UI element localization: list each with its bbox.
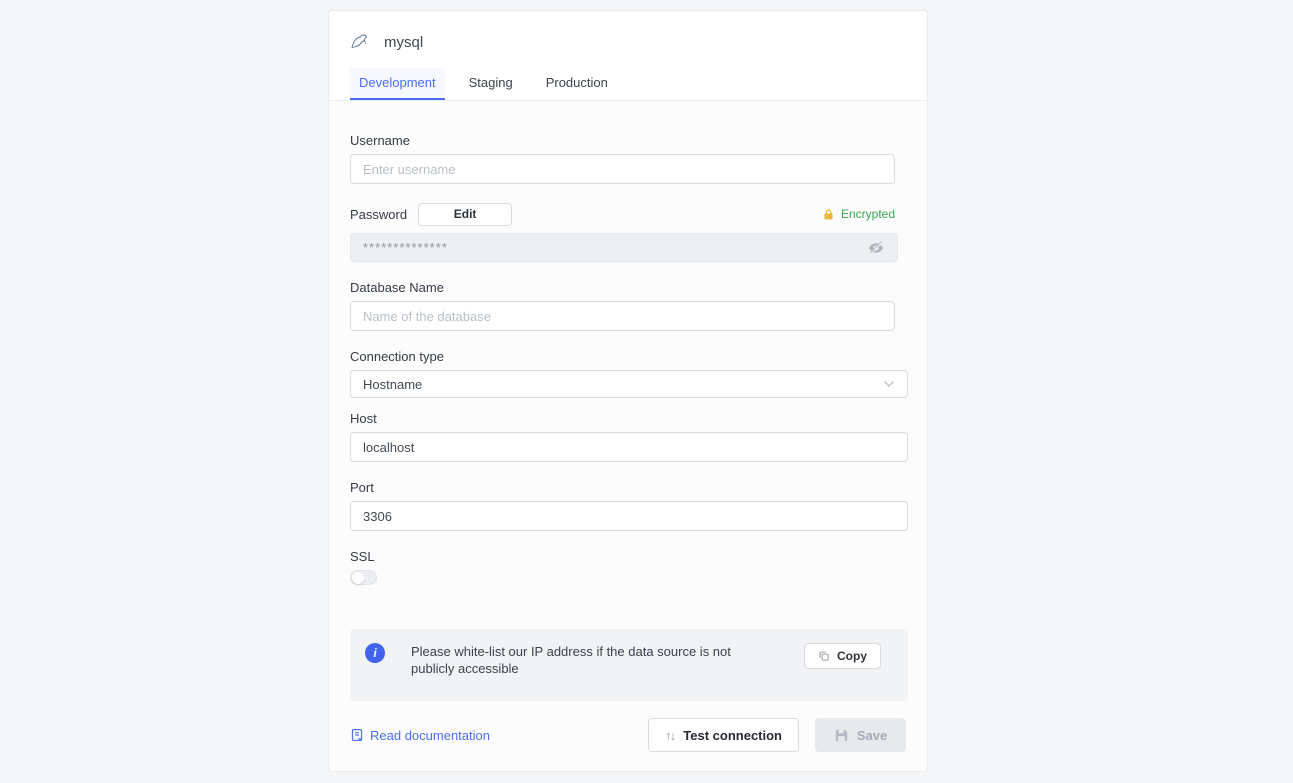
eye-off-icon[interactable] <box>867 239 885 257</box>
lock-icon <box>822 208 835 221</box>
ssl-label: SSL <box>350 549 906 564</box>
test-connection-button[interactable]: ↑↓ Test connection <box>648 718 799 752</box>
datasource-config-panel: mysql Development Staging Production Use… <box>328 10 928 772</box>
masked-password-value: ************** <box>363 240 448 255</box>
read-documentation-link[interactable]: Read documentation <box>350 728 490 743</box>
tab-staging[interactable]: Staging <box>460 68 522 100</box>
save-button[interactable]: Save <box>815 718 906 752</box>
form-footer: Read documentation ↑↓ Test connection Sa… <box>350 718 906 752</box>
port-label: Port <box>350 480 906 495</box>
password-field: ************** <box>350 233 898 262</box>
save-button-label: Save <box>857 728 887 743</box>
password-label: Password <box>350 207 407 222</box>
toggle-knob <box>352 572 364 584</box>
mysql-logo-icon <box>350 32 370 52</box>
doc-link-label: Read documentation <box>370 728 490 743</box>
chevron-down-icon <box>883 380 895 388</box>
copy-icon <box>818 650 830 662</box>
arrows-updown-icon: ↑↓ <box>665 728 674 743</box>
document-icon <box>350 728 364 742</box>
info-icon: i <box>365 643 385 663</box>
connection-type-value: Hostname <box>363 377 422 392</box>
host-input[interactable] <box>350 432 908 462</box>
connection-form: Username Password Edit Encrypted *******… <box>329 101 927 772</box>
database-name-label: Database Name <box>350 280 906 295</box>
banner-message: Please white-list our IP address if the … <box>411 643 756 677</box>
tab-production[interactable]: Production <box>537 68 617 100</box>
username-label: Username <box>350 133 906 148</box>
username-input[interactable] <box>350 154 895 184</box>
panel-header: mysql Development Staging Production <box>329 11 927 100</box>
port-input[interactable] <box>350 501 908 531</box>
encrypted-badge: Encrypted <box>822 207 895 221</box>
host-label: Host <box>350 411 906 426</box>
copy-ip-button[interactable]: Copy <box>804 643 881 669</box>
edit-password-button[interactable]: Edit <box>418 203 512 226</box>
page-title: mysql <box>384 34 423 51</box>
copy-button-label: Copy <box>837 649 867 663</box>
whitelist-info-banner: i Please white-list our IP address if th… <box>350 629 908 701</box>
environment-tabs: Development Staging Production <box>350 68 906 100</box>
encrypted-label: Encrypted <box>841 207 895 221</box>
connection-type-select[interactable]: Hostname <box>350 370 908 398</box>
ssl-toggle[interactable] <box>350 570 377 585</box>
tab-development[interactable]: Development <box>350 68 445 100</box>
save-icon <box>834 728 849 743</box>
test-button-label: Test connection <box>683 728 782 743</box>
connection-type-label: Connection type <box>350 349 906 364</box>
database-name-input[interactable] <box>350 301 895 331</box>
